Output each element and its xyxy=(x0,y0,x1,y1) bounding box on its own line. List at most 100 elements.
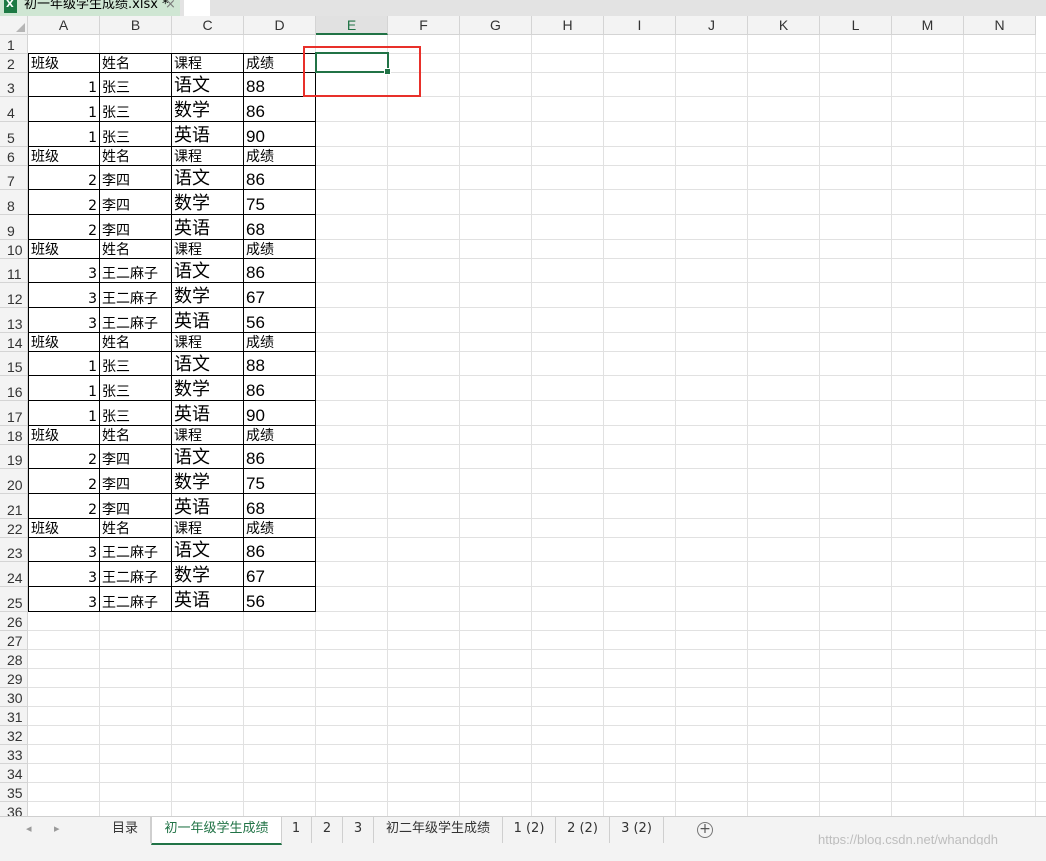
cell-b7[interactable]: 李四 xyxy=(100,166,172,190)
row-header-18[interactable]: 18 xyxy=(0,426,28,445)
cell-b6[interactable]: 姓名 xyxy=(100,147,172,166)
column-header-e[interactable]: E xyxy=(316,16,388,35)
row-header-15[interactable]: 15 xyxy=(0,352,28,376)
cell-b25[interactable]: 王二麻子 xyxy=(100,587,172,612)
cell-d23[interactable]: 86 xyxy=(244,538,316,562)
column-header-l[interactable]: L xyxy=(820,16,892,35)
cell-d17[interactable]: 90 xyxy=(244,401,316,426)
cell-a11[interactable]: 3 xyxy=(28,259,100,283)
cell-c18[interactable]: 课程 xyxy=(172,426,244,445)
row-header-29[interactable]: 29 xyxy=(0,669,28,688)
cell-c7[interactable]: 语文 xyxy=(172,166,244,190)
row-header-4[interactable]: 4 xyxy=(0,97,28,122)
cell-b3[interactable]: 张三 xyxy=(100,73,172,97)
cell-a6[interactable]: 班级 xyxy=(28,147,100,166)
cell-c23[interactable]: 语文 xyxy=(172,538,244,562)
column-header-a[interactable]: A xyxy=(28,16,100,35)
cell-b18[interactable]: 姓名 xyxy=(100,426,172,445)
row-header-11[interactable]: 11 xyxy=(0,259,28,283)
cell-a9[interactable]: 2 xyxy=(28,215,100,240)
cell-b20[interactable]: 李四 xyxy=(100,469,172,494)
cell-a13[interactable]: 3 xyxy=(28,308,100,333)
row-header-34[interactable]: 34 xyxy=(0,764,28,783)
sheet-tab-5[interactable]: 3 xyxy=(343,817,374,843)
cell-b13[interactable]: 王二麻子 xyxy=(100,308,172,333)
cell-c20[interactable]: 数学 xyxy=(172,469,244,494)
cell-a16[interactable]: 1 xyxy=(28,376,100,401)
cell-b22[interactable]: 姓名 xyxy=(100,519,172,538)
column-header-f[interactable]: F xyxy=(388,16,460,35)
column-header-k[interactable]: K xyxy=(748,16,820,35)
cell-a2[interactable]: 班级 xyxy=(28,53,100,73)
cell-a10[interactable]: 班级 xyxy=(28,240,100,259)
cell-a22[interactable]: 班级 xyxy=(28,519,100,538)
column-header-j[interactable]: J xyxy=(676,16,748,35)
cell-c19[interactable]: 语文 xyxy=(172,445,244,469)
cell-c6[interactable]: 课程 xyxy=(172,147,244,166)
cell-d22[interactable]: 成绩 xyxy=(244,519,316,538)
cell-a12[interactable]: 3 xyxy=(28,283,100,308)
row-header-26[interactable]: 26 xyxy=(0,612,28,631)
cell-a20[interactable]: 2 xyxy=(28,469,100,494)
row-header-7[interactable]: 7 xyxy=(0,166,28,190)
cell-d10[interactable]: 成绩 xyxy=(244,240,316,259)
row-header-25[interactable]: 25 xyxy=(0,587,28,612)
cell-c16[interactable]: 数学 xyxy=(172,376,244,401)
row-header-13[interactable]: 13 xyxy=(0,308,28,333)
close-icon[interactable]: × xyxy=(165,0,176,14)
cell-b9[interactable]: 李四 xyxy=(100,215,172,240)
cell-c15[interactable]: 语文 xyxy=(172,352,244,376)
sheet-tab-4[interactable]: 2 xyxy=(312,817,343,843)
cell-c12[interactable]: 数学 xyxy=(172,283,244,308)
cell-b10[interactable]: 姓名 xyxy=(100,240,172,259)
cell-b19[interactable]: 李四 xyxy=(100,445,172,469)
row-header-9[interactable]: 9 xyxy=(0,215,28,240)
sheet-tab-7[interactable]: 1 (2) xyxy=(503,817,556,843)
row-header-21[interactable]: 21 xyxy=(0,494,28,519)
row-header-33[interactable]: 33 xyxy=(0,745,28,764)
cell-a14[interactable]: 班级 xyxy=(28,333,100,352)
cell-c4[interactable]: 数学 xyxy=(172,97,244,122)
cell-d9[interactable]: 68 xyxy=(244,215,316,240)
cell-a5[interactable]: 1 xyxy=(28,122,100,147)
cell-c14[interactable]: 课程 xyxy=(172,333,244,352)
cell-b23[interactable]: 王二麻子 xyxy=(100,538,172,562)
cell-b14[interactable]: 姓名 xyxy=(100,333,172,352)
cell-d14[interactable]: 成绩 xyxy=(244,333,316,352)
row-header-10[interactable]: 10 xyxy=(0,240,28,259)
column-header-h[interactable]: H xyxy=(532,16,604,35)
cell-c24[interactable]: 数学 xyxy=(172,562,244,587)
cell-c11[interactable]: 语文 xyxy=(172,259,244,283)
add-sheet-icon[interactable]: + xyxy=(697,822,713,838)
row-header-28[interactable]: 28 xyxy=(0,650,28,669)
row-header-12[interactable]: 12 xyxy=(0,283,28,308)
row-header-2[interactable]: 2 xyxy=(0,54,28,73)
cell-a3[interactable]: 1 xyxy=(28,73,100,97)
sheet-tab-6[interactable]: 初二年级学生成绩 xyxy=(374,817,503,843)
row-header-22[interactable]: 22 xyxy=(0,519,28,538)
cell-a17[interactable]: 1 xyxy=(28,401,100,426)
cell-c9[interactable]: 英语 xyxy=(172,215,244,240)
row-header-6[interactable]: 6 xyxy=(0,147,28,166)
cell-d16[interactable]: 86 xyxy=(244,376,316,401)
cell-c25[interactable]: 英语 xyxy=(172,587,244,612)
row-header-14[interactable]: 14 xyxy=(0,333,28,352)
column-header-g[interactable]: G xyxy=(460,16,532,35)
column-header-m[interactable]: M xyxy=(892,16,964,35)
cell-d6[interactable]: 成绩 xyxy=(244,147,316,166)
cell-b12[interactable]: 王二麻子 xyxy=(100,283,172,308)
sheet-next-icon[interactable]: ▸ xyxy=(54,822,60,835)
cell-a15[interactable]: 1 xyxy=(28,352,100,376)
cell-b16[interactable]: 张三 xyxy=(100,376,172,401)
select-all-corner[interactable] xyxy=(0,16,28,35)
column-header-c[interactable]: C xyxy=(172,16,244,35)
sheet-tab-9[interactable]: 3 (2) xyxy=(610,817,664,843)
cell-d13[interactable]: 56 xyxy=(244,308,316,333)
cell-c10[interactable]: 课程 xyxy=(172,240,244,259)
row-header-5[interactable]: 5 xyxy=(0,122,28,147)
cell-d5[interactable]: 90 xyxy=(244,122,316,147)
cell-c17[interactable]: 英语 xyxy=(172,401,244,426)
file-tab[interactable]: 初一年级学生成绩.xlsx * × xyxy=(0,0,180,16)
cell-d8[interactable]: 75 xyxy=(244,190,316,215)
column-header-d[interactable]: D xyxy=(244,16,316,35)
